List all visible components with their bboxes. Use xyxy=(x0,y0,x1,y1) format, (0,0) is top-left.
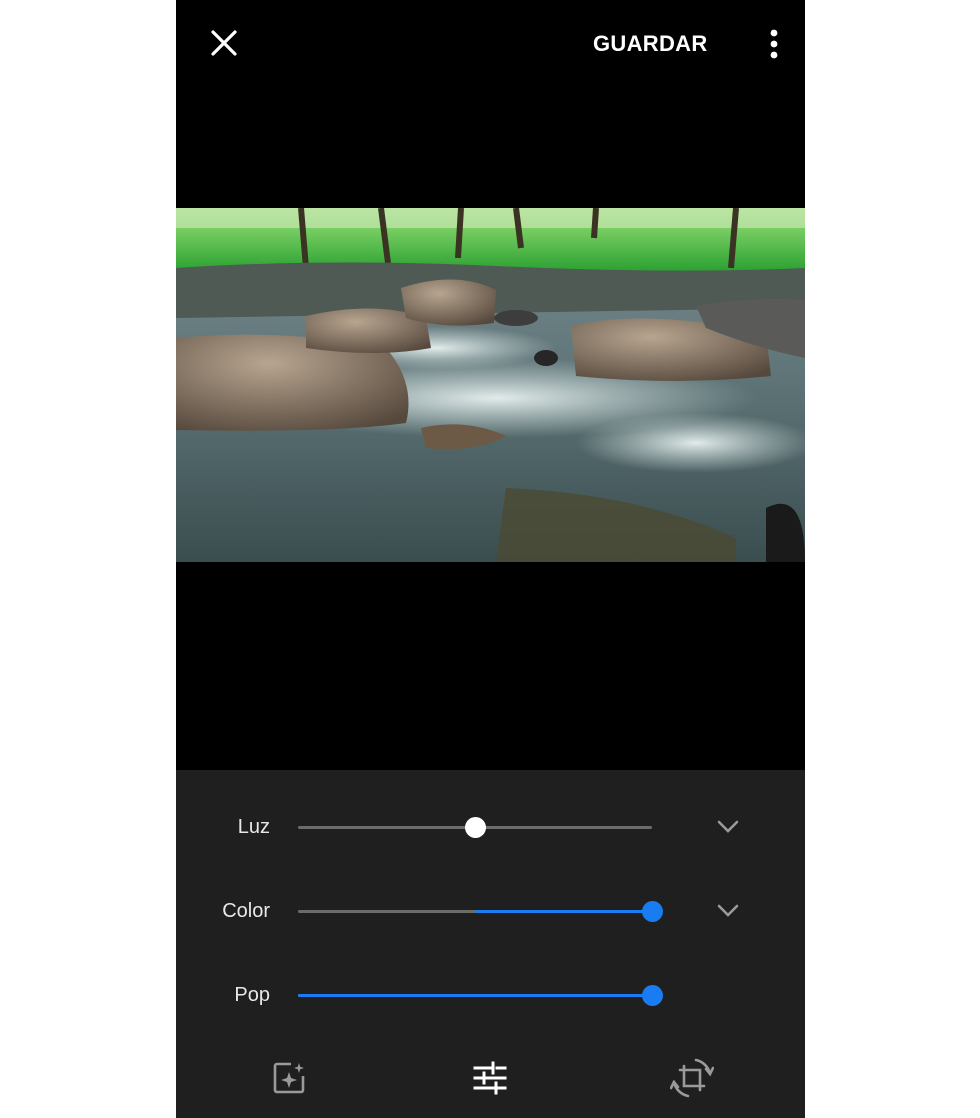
more-vert-icon xyxy=(770,29,778,59)
chevron-down-icon xyxy=(717,820,739,833)
close-button[interactable] xyxy=(198,20,250,66)
close-icon xyxy=(211,30,237,56)
more-options-button[interactable] xyxy=(754,24,794,64)
color-slider-fill xyxy=(475,910,652,913)
luz-row: Luz xyxy=(176,807,805,847)
save-button[interactable]: GUARDAR xyxy=(593,26,708,62)
top-app-bar: GUARDAR xyxy=(176,0,805,86)
luz-slider-thumb[interactable] xyxy=(465,817,486,838)
pop-slider-thumb[interactable] xyxy=(642,985,663,1006)
luz-slider[interactable] xyxy=(298,817,652,838)
luz-label: Luz xyxy=(237,816,270,838)
color-slider[interactable] xyxy=(298,901,663,922)
auto-enhance-button[interactable] xyxy=(267,1056,311,1100)
pop-slider[interactable] xyxy=(298,985,663,1006)
color-slider-thumb[interactable] xyxy=(642,901,663,922)
pop-row: Pop xyxy=(176,975,805,1015)
photo-editor-screen: GUARDAR Luz Color Pop xyxy=(176,0,805,1118)
luz-expand-button[interactable] xyxy=(715,815,741,839)
crop-rotate-icon xyxy=(670,1058,714,1098)
edited-photo xyxy=(176,208,805,562)
auto-enhance-icon xyxy=(273,1062,305,1094)
pop-label: Pop xyxy=(234,984,270,1006)
color-row: Color xyxy=(176,891,805,931)
adjust-sliders-icon xyxy=(473,1061,507,1095)
pop-slider-fill xyxy=(298,994,652,997)
chevron-down-icon xyxy=(717,904,739,917)
color-expand-button[interactable] xyxy=(715,899,741,923)
crop-rotate-button[interactable] xyxy=(670,1056,714,1100)
adjust-button[interactable] xyxy=(468,1056,512,1100)
color-label: Color xyxy=(222,900,270,922)
